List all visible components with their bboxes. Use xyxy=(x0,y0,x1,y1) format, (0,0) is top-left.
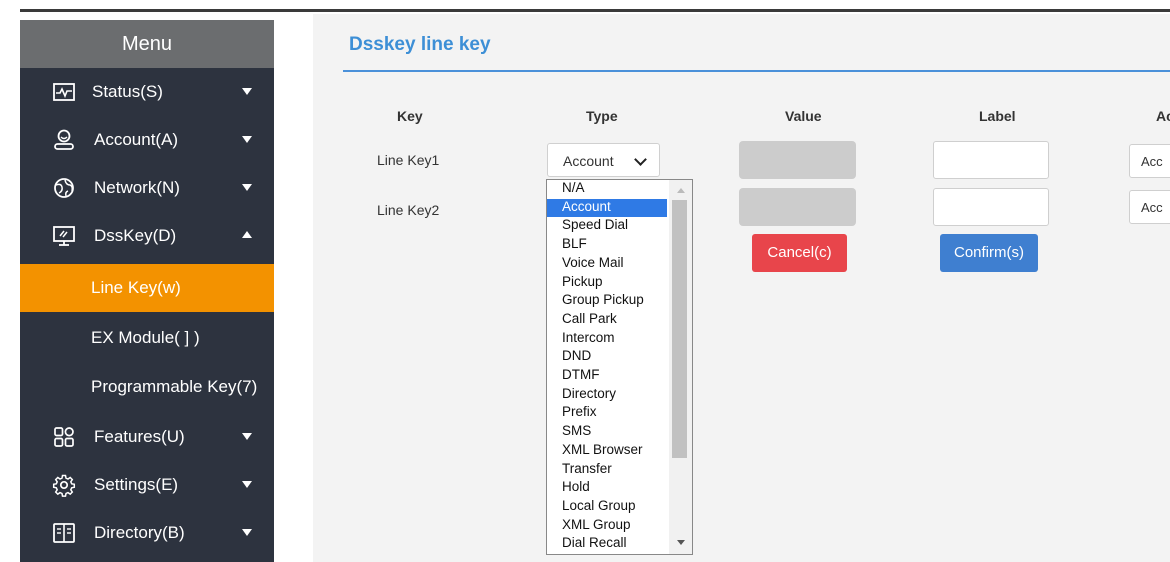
page-title: Dsskey line key xyxy=(349,34,491,55)
line-key-2-value-field xyxy=(739,188,856,226)
scrollbar-thumb[interactable] xyxy=(672,200,687,458)
menu-title: Menu xyxy=(20,20,274,68)
type-select-value: Account xyxy=(563,153,614,169)
chevron-down-icon xyxy=(242,481,252,488)
line-key-1-label-input[interactable] xyxy=(933,141,1049,179)
chevron-down-icon xyxy=(634,153,647,166)
dropdown-option[interactable]: Transfer xyxy=(547,461,667,480)
settings-gear-icon xyxy=(52,474,76,497)
dropdown-option[interactable]: Local Group xyxy=(547,498,667,517)
chevron-down-icon xyxy=(242,136,252,143)
chevron-down-icon xyxy=(242,88,252,95)
sidebar-item-features[interactable]: Features(U) xyxy=(20,413,274,461)
title-divider xyxy=(343,70,1170,72)
features-grid-icon xyxy=(54,427,74,447)
dropdown-option[interactable]: XML Browser xyxy=(547,442,667,461)
dropdown-option[interactable]: Hold xyxy=(547,479,667,498)
column-header-label: Label xyxy=(979,108,1016,124)
dsskey-monitor-icon xyxy=(53,226,75,246)
scroll-down-arrow-icon[interactable] xyxy=(677,540,685,545)
sidebar-item-label: Directory(B) xyxy=(94,523,185,542)
dropdown-option[interactable]: DND xyxy=(547,348,667,367)
account-icon xyxy=(54,129,74,150)
dropdown-option[interactable]: BLF xyxy=(547,236,667,255)
column-header-value: Value xyxy=(785,108,822,124)
column-header-type: Type xyxy=(586,108,618,124)
sidebar-item-label: Settings(E) xyxy=(94,475,179,494)
line-key-1-value-field xyxy=(739,141,856,179)
dropdown-option[interactable]: XML Group xyxy=(547,517,667,536)
dropdown-option[interactable]: SMS xyxy=(547,423,667,442)
sidebar-item-label: Account(A) xyxy=(94,130,179,149)
dropdown-option[interactable]: N/A xyxy=(547,180,667,199)
sidebar-item-label: Network(N) xyxy=(94,178,180,197)
account-select-value: Acc xyxy=(1141,200,1163,215)
confirm-button[interactable]: Confirm(s) xyxy=(940,234,1038,272)
dropdown-option[interactable]: Call Park xyxy=(547,311,667,330)
sidebar-item-label: Features(U) xyxy=(94,427,185,446)
sidebar-subitem-programmable-key[interactable]: Programmable Key(7) xyxy=(20,363,274,411)
scroll-up-arrow-icon[interactable] xyxy=(677,188,685,193)
main-panel: Dsskey line key Key Type Value Label Ac … xyxy=(313,14,1170,562)
dropdown-option[interactable]: Intercom xyxy=(547,330,667,349)
line-key-1-label: Line Key1 xyxy=(377,152,440,168)
line-key-2-account-select[interactable]: Acc xyxy=(1129,190,1170,224)
line-key-1-type-select[interactable]: Account xyxy=(547,143,660,177)
top-border xyxy=(20,9,1170,12)
sidebar-subitem-label: EX Module( ] ) xyxy=(91,328,200,347)
sidebar-item-network[interactable]: Network(N) xyxy=(20,164,274,212)
dropdown-option[interactable]: Directory xyxy=(547,386,667,405)
sidebar-menu: Menu Status(S) Account(A) Network(N) Dss… xyxy=(20,20,274,562)
sidebar-item-dsskey[interactable]: DssKey(D) xyxy=(20,212,274,260)
sidebar-item-account[interactable]: Account(A) xyxy=(20,116,274,164)
column-header-key: Key xyxy=(397,108,423,124)
network-globe-icon xyxy=(54,178,74,198)
directory-book-icon xyxy=(53,523,75,543)
sidebar-subitem-ex-module[interactable]: EX Module( ] ) xyxy=(20,314,274,362)
sidebar-item-settings[interactable]: Settings(E) xyxy=(20,461,274,509)
sidebar-subitem-line-key[interactable]: Line Key(w) xyxy=(20,264,274,312)
cancel-button[interactable]: Cancel(c) xyxy=(752,234,847,272)
dropdown-option[interactable]: Prefix xyxy=(547,404,667,423)
type-dropdown-list[interactable]: N/A Account Speed Dial BLF Voice Mail Pi… xyxy=(546,179,693,555)
column-header-account: Ac xyxy=(1156,108,1170,124)
chevron-down-icon xyxy=(242,433,252,440)
line-key-1-account-select[interactable]: Acc xyxy=(1129,144,1170,178)
dropdown-option[interactable]: DTMF xyxy=(547,367,667,386)
line-key-2-label-input[interactable] xyxy=(933,188,1049,226)
dropdown-option[interactable]: Dial Recall xyxy=(547,535,667,554)
sidebar-item-label: DssKey(D) xyxy=(94,226,177,245)
sidebar-item-directory[interactable]: Directory(B) xyxy=(20,509,274,557)
sidebar-subitem-label: Programmable Key(7) xyxy=(91,377,258,396)
dropdown-option[interactable]: Group Pickup xyxy=(547,292,667,311)
dropdown-scrollbar[interactable] xyxy=(669,180,692,554)
chevron-up-icon xyxy=(242,231,252,238)
dropdown-option-selected[interactable]: Account xyxy=(547,198,667,218)
status-pulse-icon xyxy=(53,83,75,101)
sidebar-item-label: Status(S) xyxy=(92,82,163,101)
sidebar-item-status[interactable]: Status(S) xyxy=(20,68,274,116)
dropdown-option[interactable]: Voice Mail xyxy=(547,255,667,274)
dropdown-option[interactable]: Speed Dial xyxy=(547,217,667,236)
dropdown-option[interactable]: Pickup xyxy=(547,274,667,293)
chevron-down-icon xyxy=(242,529,252,536)
account-select-value: Acc xyxy=(1141,154,1163,169)
line-key-2-label: Line Key2 xyxy=(377,202,440,218)
chevron-down-icon xyxy=(242,184,252,191)
sidebar-subitem-label: Line Key(w) xyxy=(91,278,181,297)
